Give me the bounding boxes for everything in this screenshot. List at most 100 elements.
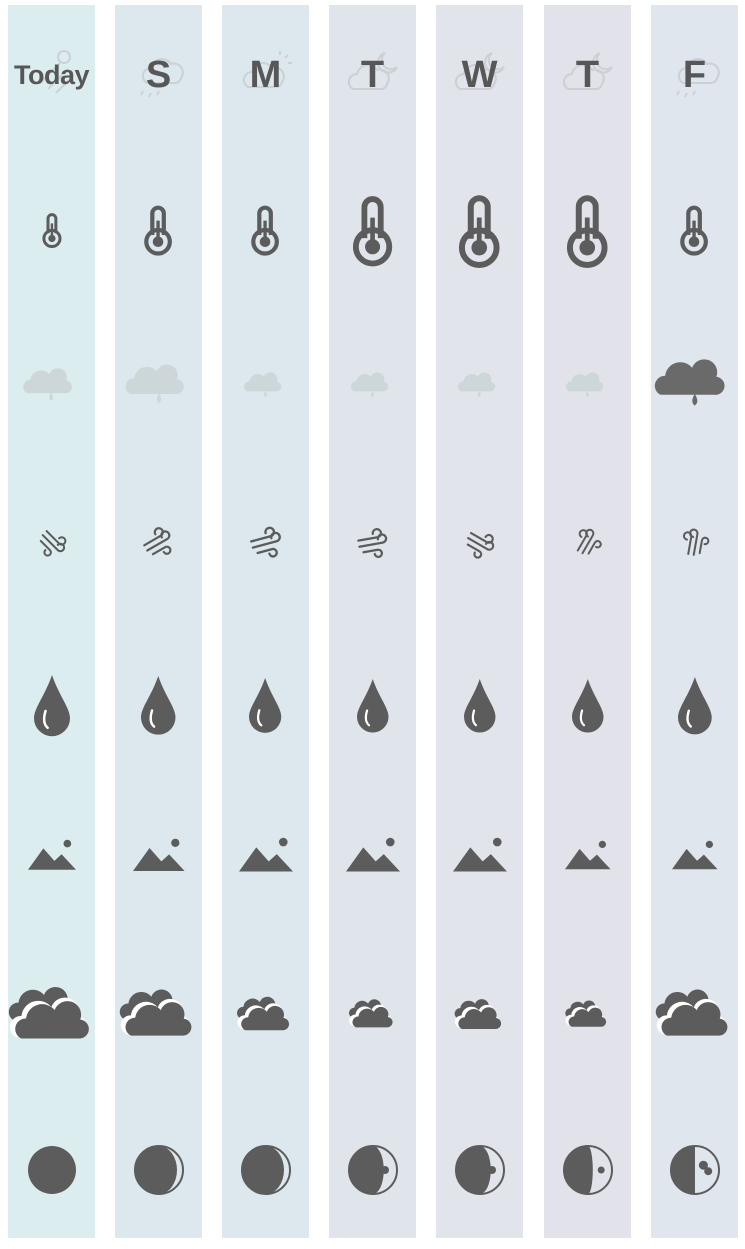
rain-cloud-icon — [654, 359, 725, 406]
mountain-visibility-icon — [132, 838, 185, 871]
humidity-cell — [651, 660, 738, 750]
moon-phase-cell — [8, 1125, 95, 1215]
mountain-visibility-icon — [452, 837, 507, 872]
moon-phase-cell — [329, 1125, 416, 1215]
wind-icon — [249, 526, 281, 558]
visibility-cell — [222, 810, 309, 900]
full-moon-icon — [27, 1146, 76, 1194]
mountain-visibility-icon — [671, 840, 718, 870]
rain-cell — [436, 343, 523, 433]
temperature-cell — [544, 185, 631, 275]
rain-cell — [544, 343, 631, 433]
rain-cell — [8, 343, 95, 433]
wind-icon — [39, 530, 66, 557]
rain-cloud-icon — [566, 372, 604, 398]
rain-cell — [651, 343, 738, 433]
wind-cell — [436, 498, 523, 588]
rain-cell — [115, 343, 202, 433]
mountain-visibility-icon — [238, 837, 293, 872]
rain-cell — [222, 343, 309, 433]
humidity-drop-icon — [463, 678, 496, 733]
thermometer-icon — [567, 195, 608, 268]
wind-icon — [682, 528, 709, 557]
rain-cloud-icon — [458, 372, 496, 398]
wind-icon — [143, 527, 172, 556]
moon-phase-cell — [651, 1125, 738, 1215]
humidity-drop-icon — [141, 676, 176, 735]
day-column[interactable]: T — [544, 5, 631, 1238]
day-column[interactable]: Today — [8, 5, 95, 1238]
cloud-cover-cell — [8, 970, 95, 1060]
clouds-icon — [8, 987, 89, 1039]
moon-phase-cell — [222, 1125, 309, 1215]
day-column[interactable]: W — [436, 5, 523, 1238]
clouds-icon — [348, 999, 393, 1028]
last-quarter-icon — [454, 1145, 505, 1195]
humidity-cell — [8, 660, 95, 750]
thermometer-icon — [144, 205, 173, 256]
temperature-cell — [8, 185, 95, 275]
rain-cloud-icon — [125, 364, 184, 403]
visibility-cell — [115, 810, 202, 900]
humidity-cell — [544, 660, 631, 750]
moon-phase-cell — [115, 1125, 202, 1215]
wind-icon — [466, 531, 495, 559]
humidity-cell — [436, 660, 523, 750]
day-label: S — [145, 53, 172, 96]
day-label: M — [249, 53, 282, 96]
clouds-icon — [565, 1000, 607, 1027]
day-column[interactable]: F — [651, 5, 738, 1238]
mountain-visibility-icon — [345, 837, 400, 872]
humidity-drop-icon — [356, 678, 389, 733]
waning-gibbous-icon — [240, 1145, 291, 1195]
cloud-cover-cell — [329, 970, 416, 1060]
rain-cloud-icon — [23, 368, 73, 401]
thermometer-icon — [459, 195, 500, 268]
cloud-cover-cell — [544, 970, 631, 1060]
thermometer-icon — [251, 205, 280, 256]
thermometer-icon — [352, 196, 393, 267]
humidity-drop-icon — [677, 676, 712, 735]
cloud-cover-cell — [222, 970, 309, 1060]
wind-icon — [576, 529, 602, 556]
wind-cell — [8, 498, 95, 588]
visibility-cell — [8, 810, 95, 900]
wind-icon — [357, 527, 388, 558]
temperature-cell — [436, 185, 523, 275]
temperature-cell — [115, 185, 202, 275]
humidity-cell — [329, 660, 416, 750]
clouds-icon — [655, 989, 728, 1037]
clouds-icon — [119, 989, 192, 1037]
visibility-cell — [544, 810, 631, 900]
cloud-cover-cell — [115, 970, 202, 1060]
waning-crescent-icon — [562, 1145, 613, 1195]
day-column[interactable]: M — [222, 5, 309, 1238]
rain-cell — [329, 343, 416, 433]
wind-cell — [329, 498, 416, 588]
thermometer-icon — [680, 205, 709, 256]
wind-cell — [651, 498, 738, 588]
day-column[interactable]: T — [329, 5, 416, 1238]
day-label: W — [461, 53, 498, 96]
humidity-drop-icon — [571, 678, 604, 733]
day-column[interactable]: S — [115, 5, 202, 1238]
humidity-drop-icon — [249, 678, 282, 733]
humidity-cell — [222, 660, 309, 750]
cloud-cover-cell — [651, 970, 738, 1060]
mountain-visibility-icon — [27, 839, 76, 870]
cloud-cover-cell — [436, 970, 523, 1060]
visibility-cell — [329, 810, 416, 900]
mountain-visibility-icon — [564, 840, 611, 870]
rain-cloud-icon — [351, 372, 389, 398]
moon-phase-cell — [436, 1125, 523, 1215]
temperature-cell — [651, 185, 738, 275]
wind-cell — [544, 498, 631, 588]
thermometer-icon — [41, 212, 62, 248]
last-quarter-icon — [347, 1145, 398, 1195]
waning-gibbous-icon — [133, 1145, 184, 1195]
day-label: T — [575, 53, 600, 96]
rain-cloud-icon — [244, 372, 282, 398]
wind-cell — [115, 498, 202, 588]
clouds-icon — [454, 998, 501, 1029]
day-label: Today — [13, 59, 90, 90]
